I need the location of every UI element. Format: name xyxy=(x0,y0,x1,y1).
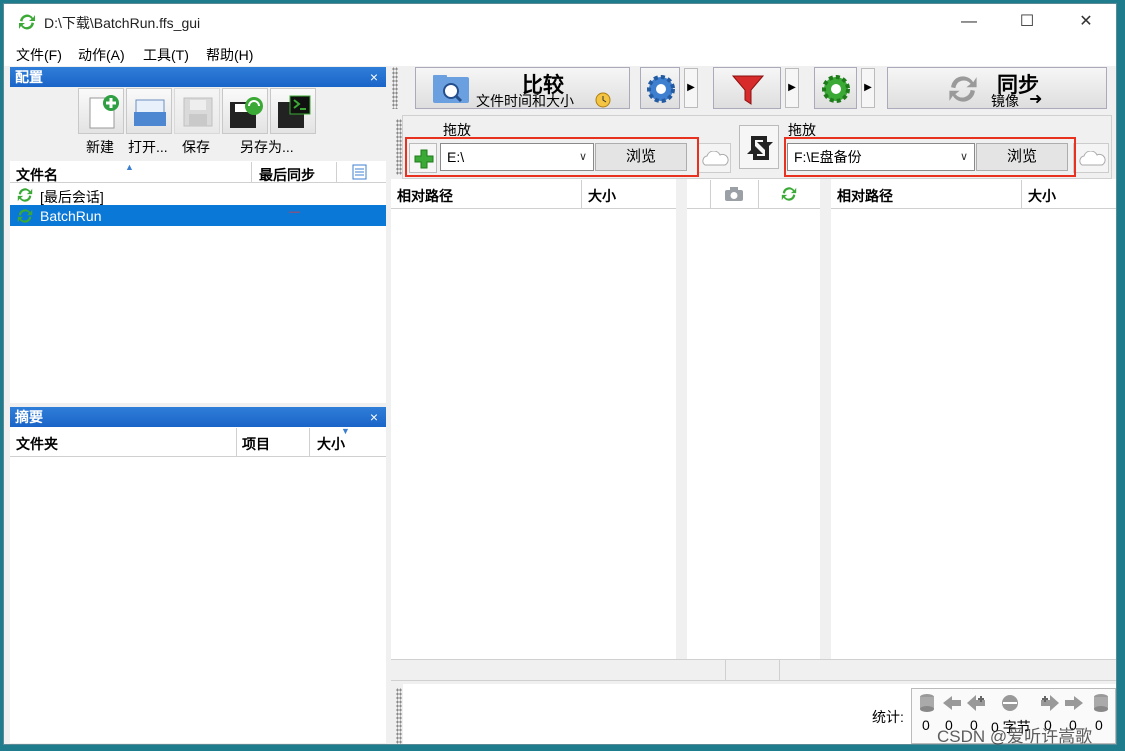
filter-options-dropdown[interactable]: ▶ xyxy=(785,68,799,108)
config-panel-title: 配置 xyxy=(15,69,43,85)
open-config-button[interactable] xyxy=(126,88,172,134)
config-panel-header: 配置 × xyxy=(10,67,386,87)
summary-panel-close-button[interactable]: × xyxy=(370,407,378,427)
create-right-icon xyxy=(1041,695,1059,711)
summary-column-items[interactable]: 项目 xyxy=(242,434,270,454)
right-arrow-icon: ➜ xyxy=(1029,91,1043,108)
new-document-icon xyxy=(89,95,119,129)
sync-options-dropdown[interactable]: ▶ xyxy=(861,68,875,108)
left-file-grid xyxy=(391,179,676,659)
sync-action-icon[interactable] xyxy=(780,185,798,203)
compare-settings-button[interactable] xyxy=(640,67,680,109)
grid-status-bar xyxy=(391,659,1116,681)
gear-icon xyxy=(647,75,675,103)
sync-variant-label: 镜像 xyxy=(991,93,1019,109)
watermark: CSDN @爱听许嵩歌 xyxy=(937,727,1093,746)
swap-sides-button[interactable] xyxy=(739,125,779,169)
sync-icon xyxy=(17,209,33,223)
close-button[interactable]: ✕ xyxy=(1063,4,1109,40)
compare-options-dropdown[interactable]: ▶ xyxy=(684,68,698,108)
sort-descending-icon: ▼ xyxy=(341,426,350,436)
config-panel-close-button[interactable]: × xyxy=(370,67,378,87)
overwrite-right-icon xyxy=(1065,696,1083,710)
open-folder-icon xyxy=(134,99,166,126)
stat-delete-right: 0 xyxy=(1095,717,1103,733)
sync-icon xyxy=(17,188,33,202)
swap-icon xyxy=(747,136,773,160)
save-as-label: 另存为... xyxy=(240,139,294,155)
config-list-item[interactable]: [最后会话] xyxy=(10,184,386,205)
menu-action[interactable]: 动作(A) xyxy=(78,45,125,65)
cloud-icon xyxy=(702,151,729,166)
minimize-button[interactable]: — xyxy=(946,4,992,40)
toolbar-grip[interactable] xyxy=(392,67,398,109)
right-grid-splitter[interactable] xyxy=(820,179,831,659)
title-bar: D:\下载\BatchRun.ffs_gui — ☐ ✕ xyxy=(4,4,1116,40)
left-folder-highlight xyxy=(405,137,699,177)
sync-icon xyxy=(949,76,977,102)
new-label: 新建 xyxy=(86,139,114,155)
menu-file[interactable]: 文件(F) xyxy=(16,45,62,65)
gear-icon xyxy=(822,75,850,103)
summary-list xyxy=(10,427,386,743)
camera-icon[interactable] xyxy=(723,186,745,202)
right-folder-highlight xyxy=(784,137,1076,177)
left-column-size[interactable]: 大小 xyxy=(588,186,616,206)
new-config-button[interactable] xyxy=(78,88,124,134)
summary-panel-header: 摘要 × xyxy=(10,407,386,427)
left-cloud-button[interactable] xyxy=(697,143,731,173)
app-window: D:\下载\BatchRun.ffs_gui — ☐ ✕ 文件(F) 动作(A)… xyxy=(3,3,1117,745)
summary-column-size[interactable]: 大小 xyxy=(317,434,345,454)
alarm-clock-icon xyxy=(595,92,611,108)
sync-settings-button[interactable] xyxy=(814,67,857,109)
stat-delete-left: 0 xyxy=(922,717,930,733)
left-grid-splitter[interactable] xyxy=(676,179,687,659)
open-label: 打开... xyxy=(128,139,168,155)
save-disk-icon xyxy=(183,97,213,127)
compare-folder-icon xyxy=(433,75,469,103)
middle-file-grid xyxy=(687,179,820,659)
sync-app-icon xyxy=(19,14,35,30)
config-item-name: [最后会话] xyxy=(40,189,104,205)
sync-button[interactable]: 同步 镜像 ➜ xyxy=(887,67,1107,109)
config-item-name: BatchRun xyxy=(40,208,102,224)
window-title: D:\下载\BatchRun.ffs_gui xyxy=(44,15,201,31)
statistics-grip[interactable] xyxy=(396,688,402,744)
compare-variant-label: 文件时间和大小 xyxy=(476,93,574,109)
data-transfer-icon xyxy=(1002,695,1018,711)
save-label: 保存 xyxy=(182,139,210,155)
right-column-rel-path[interactable]: 相对路径 xyxy=(837,186,893,206)
save-config-button[interactable] xyxy=(174,88,220,134)
filter-funnel-icon xyxy=(731,75,765,105)
column-settings-icon[interactable] xyxy=(350,164,368,180)
summary-column-folder[interactable]: 文件夹 xyxy=(16,434,58,454)
left-column-rel-path[interactable]: 相对路径 xyxy=(397,186,453,206)
compare-button[interactable]: 比较 文件时间和大小 xyxy=(415,67,630,109)
right-file-grid xyxy=(831,179,1116,659)
config-item-last-sync: — xyxy=(289,206,300,218)
delete-left-icon xyxy=(920,694,934,712)
config-column-filename[interactable]: 文件名 xyxy=(16,165,58,185)
right-column-size[interactable]: 大小 xyxy=(1028,186,1056,206)
menu-tools[interactable]: 工具(T) xyxy=(143,45,189,65)
statistics-label: 统计: xyxy=(872,709,904,725)
cloud-icon xyxy=(1079,151,1106,166)
right-cloud-button[interactable] xyxy=(1073,143,1109,173)
summary-panel-title: 摘要 xyxy=(15,409,43,425)
config-list-item-selected[interactable]: BatchRun — xyxy=(10,205,386,226)
save-as-config-button[interactable] xyxy=(222,88,268,134)
config-column-last-sync[interactable]: 最后同步 xyxy=(259,165,315,185)
overwrite-left-icon xyxy=(943,696,961,710)
filter-button[interactable] xyxy=(713,67,781,109)
save-as-batch-button[interactable] xyxy=(270,88,316,134)
create-left-icon xyxy=(967,695,985,711)
sort-ascending-icon: ▲ xyxy=(125,162,134,172)
delete-right-icon xyxy=(1094,694,1108,712)
maximize-button[interactable]: ☐ xyxy=(1004,4,1050,40)
menu-help[interactable]: 帮助(H) xyxy=(206,45,253,65)
menu-bar: 文件(F) 动作(A) 工具(T) 帮助(H) xyxy=(4,40,1116,66)
save-as-batch-icon xyxy=(278,95,311,128)
save-as-sync-icon xyxy=(230,97,263,128)
